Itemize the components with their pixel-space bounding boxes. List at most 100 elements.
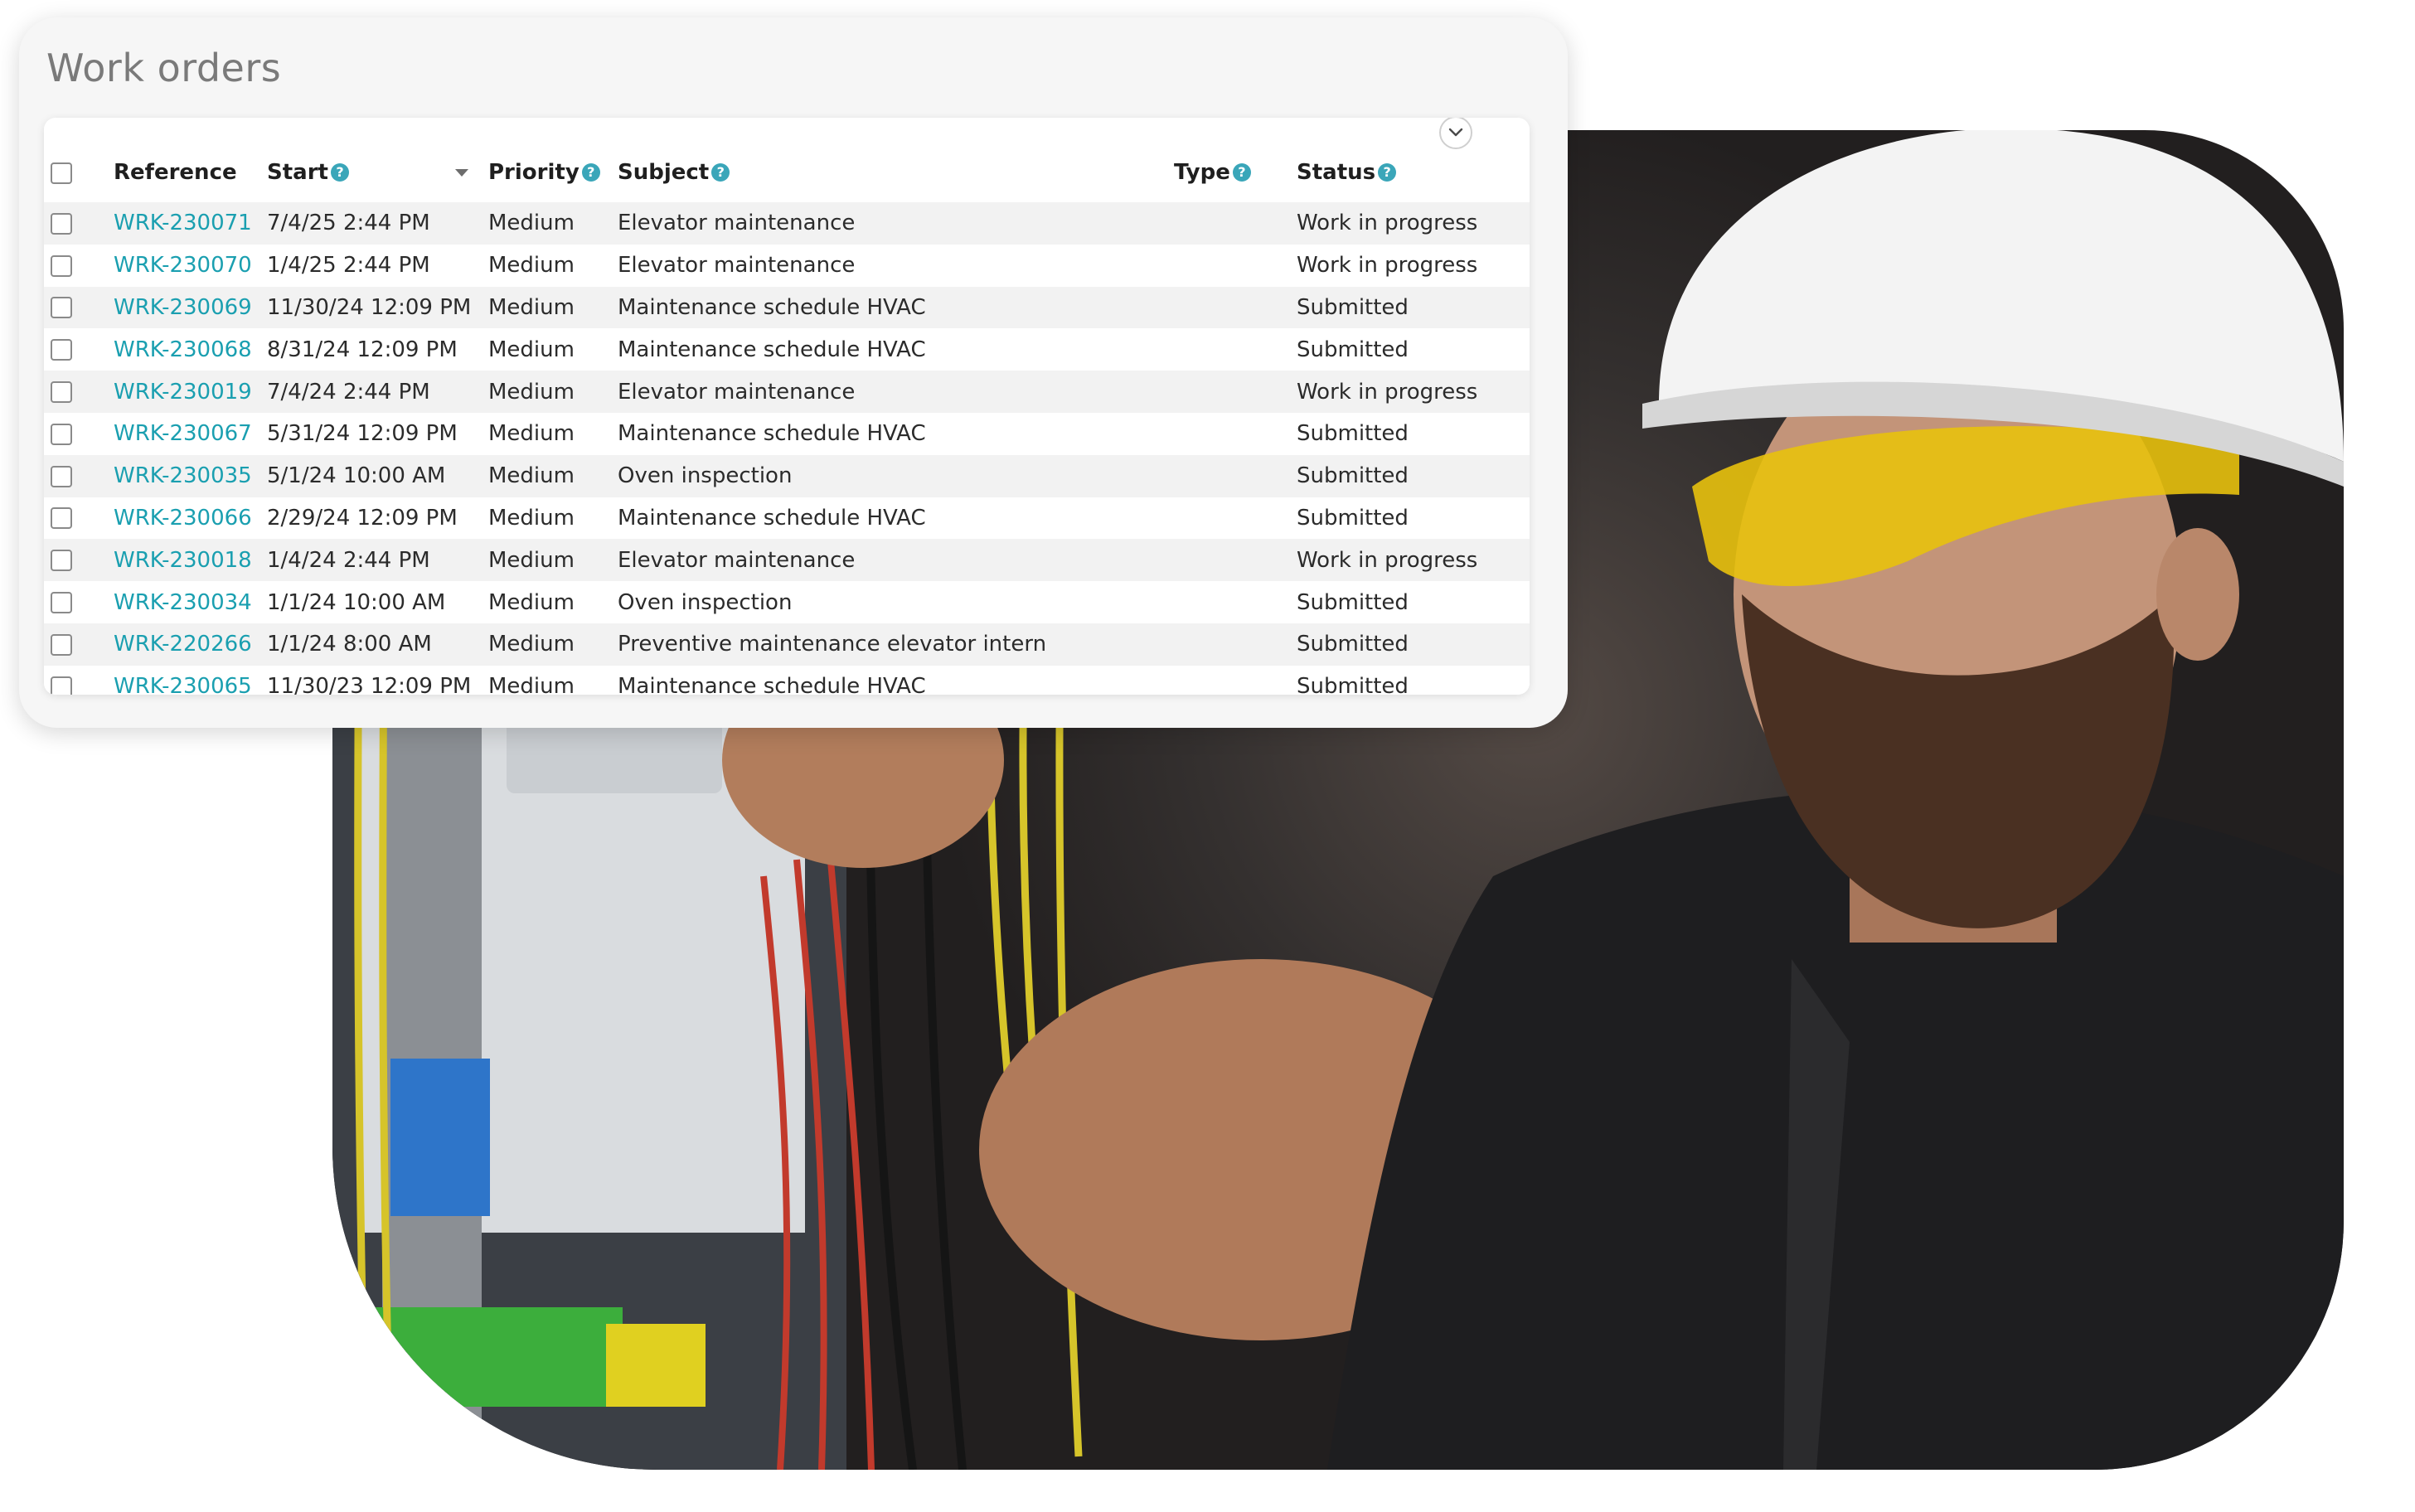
column-header-reference[interactable]: Reference [114, 160, 237, 185]
status-cell: Submitted [1297, 589, 1409, 615]
row-checkbox[interactable] [51, 212, 72, 235]
subject-cell: Maintenance schedule HVAC [618, 421, 926, 447]
row-checkbox[interactable] [51, 507, 72, 530]
column-header-status-label: Status [1297, 160, 1376, 185]
table-row[interactable]: WRK-230018 1/4/24 2:44 PM Medium Elevator m… [44, 539, 1530, 582]
start-cell: 7/4/25 2:44 PM [267, 211, 430, 236]
priority-cell: Medium [488, 674, 575, 695]
priority-cell: Medium [488, 589, 575, 615]
status-cell: Submitted [1297, 337, 1409, 362]
column-header-priority-label: Priority [488, 160, 580, 185]
start-cell: 5/1/24 10:00 AM [267, 463, 446, 489]
subject-cell: Elevator maintenance [618, 211, 856, 236]
subject-cell: Oven inspection [618, 589, 793, 615]
priority-cell: Medium [488, 253, 575, 279]
row-checkbox[interactable] [51, 550, 72, 572]
subject-cell: Elevator maintenance [618, 253, 856, 279]
priority-cell: Medium [488, 379, 575, 405]
start-cell: 8/31/24 12:09 PM [267, 337, 458, 362]
reference-link[interactable]: WRK-230035 [114, 463, 252, 488]
work-orders-card: Work orders Reference Start ? Priority ?… [19, 17, 1568, 728]
priority-cell: Medium [488, 547, 575, 573]
start-cell: 2/29/24 12:09 PM [267, 505, 458, 531]
start-cell: 1/1/24 8:00 AM [267, 632, 432, 657]
table-row[interactable]: WRK-230071 7/4/25 2:44 PM Medium Elevator m… [44, 202, 1530, 245]
table-header-row: Reference Start ? Priority ? Subject ? T… [44, 143, 1530, 202]
work-orders-table-panel: Reference Start ? Priority ? Subject ? T… [44, 118, 1530, 695]
row-checkbox[interactable] [51, 297, 72, 319]
row-checkbox[interactable] [51, 592, 72, 614]
status-cell: Submitted [1297, 505, 1409, 531]
table-row[interactable]: WRK-230070 1/4/25 2:44 PM Medium Elevator m… [44, 244, 1530, 287]
subject-cell: Preventive maintenance elevator intern [618, 632, 1047, 657]
subject-cell: Maintenance schedule HVAC [618, 674, 926, 695]
sort-descending-icon[interactable] [454, 168, 468, 177]
chevron-down-icon [1448, 128, 1463, 137]
table-row[interactable]: WRK-230034 1/1/24 10:00 AM Medium Oven insp… [44, 581, 1530, 623]
start-cell: 1/4/24 2:44 PM [267, 547, 430, 573]
column-header-subject[interactable]: Subject ? [618, 160, 730, 185]
reference-link[interactable]: WRK-230071 [114, 211, 252, 235]
start-cell: 5/31/24 12:09 PM [267, 421, 458, 447]
column-header-start[interactable]: Start ? [267, 160, 468, 185]
subject-cell: Maintenance schedule HVAC [618, 294, 926, 320]
subject-cell: Maintenance schedule HVAC [618, 337, 926, 362]
status-cell: Submitted [1297, 421, 1409, 447]
help-icon[interactable]: ? [1378, 163, 1397, 182]
help-icon[interactable]: ? [1232, 163, 1251, 182]
reference-link[interactable]: WRK-230018 [114, 548, 252, 573]
reference-link[interactable]: WRK-230070 [114, 253, 252, 278]
row-checkbox[interactable] [51, 633, 72, 656]
start-cell: 7/4/24 2:44 PM [267, 379, 430, 405]
start-cell: 11/30/24 12:09 PM [267, 294, 472, 320]
help-icon[interactable]: ? [711, 163, 730, 182]
reference-link[interactable]: WRK-230068 [114, 337, 252, 362]
reference-link[interactable]: WRK-230069 [114, 295, 252, 320]
status-cell: Work in progress [1297, 379, 1478, 405]
status-cell: Submitted [1297, 463, 1409, 489]
priority-cell: Medium [488, 337, 575, 362]
status-cell: Work in progress [1297, 253, 1478, 279]
row-checkbox[interactable] [51, 465, 72, 487]
status-cell: Work in progress [1297, 211, 1478, 236]
reference-link[interactable]: WRK-220266 [114, 632, 252, 657]
table-row[interactable]: WRK-230066 2/29/24 12:09 PM Medium Maintena… [44, 497, 1530, 540]
table-row[interactable]: WRK-230068 8/31/24 12:09 PM Medium Maintena… [44, 328, 1530, 371]
status-cell: Work in progress [1297, 547, 1478, 573]
row-checkbox[interactable] [51, 339, 72, 361]
table-row[interactable]: WRK-230035 5/1/24 10:00 AM Medium Oven insp… [44, 454, 1530, 497]
priority-cell: Medium [488, 505, 575, 531]
table-row[interactable]: WRK-230067 5/31/24 12:09 PM Medium Maintena… [44, 412, 1530, 455]
reference-link[interactable]: WRK-230034 [114, 590, 252, 615]
status-cell: Submitted [1297, 294, 1409, 320]
help-icon[interactable]: ? [581, 163, 600, 182]
row-checkbox[interactable] [51, 423, 72, 445]
reference-link[interactable]: WRK-230019 [114, 380, 252, 405]
subject-cell: Maintenance schedule HVAC [618, 505, 926, 531]
table-row[interactable]: WRK-230069 11/30/24 12:09 PM Medium Mainten… [44, 286, 1530, 329]
row-checkbox[interactable] [51, 381, 72, 404]
reference-link[interactable]: WRK-230066 [114, 506, 252, 531]
column-header-subject-label: Subject [618, 160, 710, 185]
card-title: Work orders [46, 46, 282, 90]
subject-cell: Elevator maintenance [618, 379, 856, 405]
column-header-priority[interactable]: Priority ? [488, 160, 600, 185]
row-checkbox[interactable] [51, 254, 72, 277]
help-icon[interactable]: ? [330, 163, 349, 182]
column-header-status[interactable]: Status ? [1297, 160, 1397, 185]
column-header-type[interactable]: Type ? [1174, 160, 1251, 185]
reference-link[interactable]: WRK-230065 [114, 674, 252, 695]
start-cell: 1/4/25 2:44 PM [267, 253, 430, 279]
table-row[interactable]: WRK-220266 1/1/24 8:00 AM Medium Preventive… [44, 623, 1530, 666]
table-row[interactable]: WRK-230065 11/30/23 12:09 PM Medium Mainten… [44, 665, 1530, 695]
select-all-checkbox[interactable] [51, 162, 72, 184]
priority-cell: Medium [488, 211, 575, 236]
row-checkbox[interactable] [51, 676, 72, 695]
subject-cell: Oven inspection [618, 463, 793, 489]
priority-cell: Medium [488, 421, 575, 447]
priority-cell: Medium [488, 632, 575, 657]
reference-link[interactable]: WRK-230067 [114, 421, 252, 446]
table-row[interactable]: WRK-230019 7/4/24 2:44 PM Medium Elevator m… [44, 371, 1530, 413]
priority-cell: Medium [488, 294, 575, 320]
column-header-start-label: Start [267, 160, 328, 185]
